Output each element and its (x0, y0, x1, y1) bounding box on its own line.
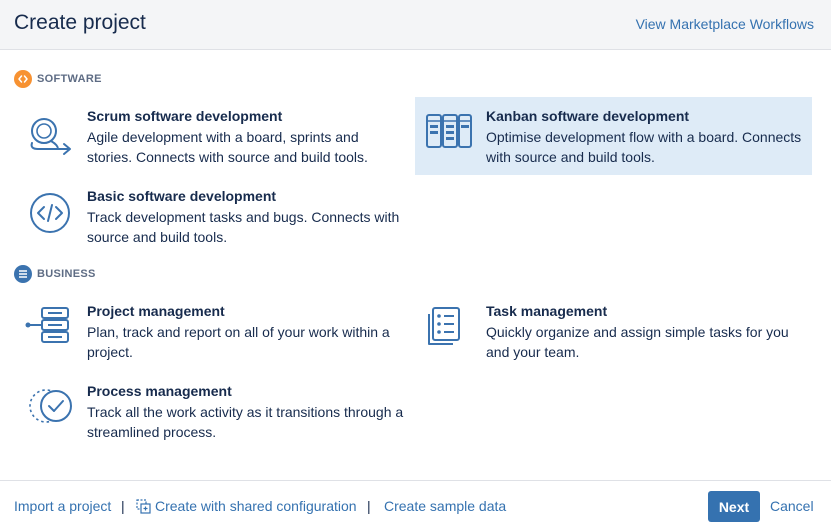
template-description: Agile development with a board, sprints … (87, 129, 368, 165)
section-label-software: SOFTWARE (37, 73, 102, 85)
template-basic-software-development[interactable]: Basic software development Track develop… (16, 177, 413, 255)
dialog-title: Create project (14, 11, 146, 34)
footer-separator: | (367, 498, 371, 514)
template-scrum-software-development[interactable]: Scrum software development Agile develop… (16, 97, 413, 175)
template-process-management[interactable]: Process management Track all the work ac… (16, 372, 413, 450)
template-title: Kanban software development (486, 108, 690, 124)
template-description: Track all the work activity as it transi… (87, 404, 404, 440)
template-title: Scrum software development (87, 108, 283, 124)
footer-separator: | (121, 498, 125, 514)
create-shared-configuration-link[interactable]: Create with shared configuration (136, 498, 357, 514)
template-description: Quickly organize and assign simple tasks… (486, 324, 789, 360)
code-brackets-icon (24, 189, 76, 241)
task-list-icon (423, 304, 475, 356)
section-heading-software: SOFTWARE (14, 70, 102, 88)
dialog-header: Create project View Marketplace Workflow… (0, 0, 831, 50)
template-title: Basic software development (87, 188, 277, 204)
dialog-footer: Import a project | Create with shared co… (0, 480, 831, 526)
section-heading-business: BUSINESS (14, 265, 96, 283)
template-task-management[interactable]: Task management Quickly organize and ass… (415, 292, 812, 370)
project-stack-icon (24, 304, 76, 356)
template-description: Optimise development flow with a board. … (486, 129, 802, 165)
scrum-cycle-icon (24, 109, 76, 161)
create-shared-configuration-label: Create with shared configuration (155, 498, 357, 514)
template-title: Task management (486, 303, 608, 319)
cancel-button[interactable]: Cancel (770, 498, 814, 514)
process-check-icon (24, 384, 76, 436)
template-description: Plan, track and report on all of your wo… (87, 324, 390, 360)
template-description: Track development tasks and bugs. Connec… (87, 209, 400, 245)
code-icon (14, 70, 32, 88)
list-icon (14, 265, 32, 283)
import-project-link[interactable]: Import a project (14, 498, 111, 514)
create-sample-data-link[interactable]: Create sample data (384, 498, 506, 514)
section-label-business: BUSINESS (37, 268, 96, 280)
view-marketplace-workflows-link[interactable]: View Marketplace Workflows (636, 16, 814, 32)
template-title: Process management (87, 383, 232, 399)
next-button[interactable]: Next (708, 491, 760, 522)
shared-configuration-icon (136, 498, 151, 514)
template-title: Project management (87, 303, 225, 319)
template-project-management[interactable]: Project management Plan, track and repor… (16, 292, 413, 370)
template-kanban-software-development[interactable]: Kanban software development Optimise dev… (415, 97, 812, 175)
kanban-board-icon (423, 109, 475, 161)
